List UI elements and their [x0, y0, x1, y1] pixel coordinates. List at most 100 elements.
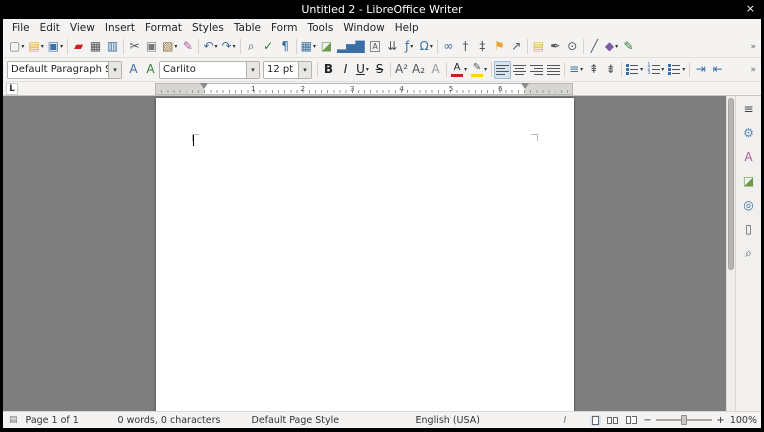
insert-table-dropdown-arrow-icon[interactable]: ▾ — [313, 43, 316, 50]
menu-table[interactable]: Table — [229, 21, 266, 35]
menu-tools[interactable]: Tools — [302, 21, 338, 35]
font-name-select-dropdown-arrow-icon[interactable]: ▾ — [246, 62, 259, 78]
sidebar-properties-icon[interactable]: ⚙ — [739, 123, 759, 142]
zoom-slider-thumb[interactable] — [681, 415, 687, 425]
cut-icon[interactable]: ✂ — [126, 38, 143, 56]
insert-page-break-icon[interactable]: ⇊ — [384, 38, 401, 56]
superscript-icon[interactable]: A² — [393, 61, 410, 79]
document-page[interactable] — [156, 98, 574, 411]
zoom-slider[interactable] — [656, 419, 712, 421]
spelling-icon[interactable]: ✓ — [260, 38, 277, 56]
strikethrough-icon[interactable]: S — [371, 61, 388, 79]
menu-help[interactable]: Help — [390, 21, 424, 35]
formatting-marks-icon[interactable]: ¶ — [277, 38, 294, 56]
undo-dropdown-arrow-icon[interactable]: ▾ — [215, 43, 218, 50]
track-changes-icon[interactable]: ✒ — [547, 38, 564, 56]
selection-mode-icon[interactable]: I — [558, 415, 584, 426]
subscript-icon[interactable]: A₂ — [410, 61, 427, 79]
set-line-spacing-dropdown-arrow-icon[interactable]: ▾ — [580, 66, 583, 73]
outline-format-button[interactable]: ▾ — [666, 61, 687, 79]
statusbar-language[interactable]: English (USA) — [410, 415, 558, 426]
set-line-spacing-icon[interactable]: ≡▾ — [567, 61, 585, 79]
basic-shapes-dropdown-arrow-icon[interactable]: ▾ — [615, 43, 618, 50]
close-icon[interactable]: × — [746, 3, 755, 15]
paste-icon[interactable]: ▧▾ — [160, 38, 179, 56]
font-color-dropdown-arrow-icon[interactable]: ▾ — [464, 66, 467, 73]
underline-dropdown-arrow-icon[interactable]: ▾ — [366, 66, 369, 73]
tab-stop-selector[interactable]: L — [6, 83, 18, 95]
view-book-mode-button[interactable] — [624, 415, 639, 425]
export-pdf-icon[interactable]: ▰ — [70, 38, 87, 56]
statusbar-page-count[interactable]: Page 1 of 1 — [20, 415, 112, 426]
find-and-replace-icon[interactable]: ⌕ — [243, 38, 260, 56]
redo-dropdown-arrow-icon[interactable]: ▾ — [233, 43, 236, 50]
align-right-button[interactable] — [528, 61, 545, 79]
new-document-dropdown-arrow-icon[interactable]: ▾ — [21, 43, 24, 50]
view-multiple-pages-button[interactable] — [605, 416, 620, 425]
new-style-from-selection-icon[interactable]: A — [142, 61, 159, 79]
open-file-dropdown-arrow-icon[interactable]: ▾ — [41, 43, 44, 50]
insert-table-icon[interactable]: ▦▾ — [299, 38, 318, 56]
basic-shapes-icon[interactable]: ◆▾ — [603, 38, 620, 56]
new-document-icon[interactable]: ▢▾ — [7, 38, 26, 56]
insert-line-icon[interactable]: ╱ — [586, 38, 603, 56]
italic-icon[interactable]: I — [337, 61, 354, 79]
ordered-list-button[interactable]: 123▾ — [645, 61, 666, 79]
zoom-out-button[interactable]: − — [643, 415, 652, 426]
zoom-in-button[interactable]: + — [716, 415, 725, 426]
vertical-scrollbar[interactable] — [726, 96, 735, 411]
print-preview-icon[interactable]: ▥ — [104, 38, 121, 56]
menu-form[interactable]: Form — [266, 21, 302, 35]
left-indent-marker[interactable] — [200, 83, 208, 89]
statusbar-page-style[interactable]: Default Page Style — [246, 415, 410, 426]
menu-view[interactable]: View — [65, 21, 100, 35]
insert-bookmark-icon[interactable]: ⚑ — [491, 38, 508, 56]
menu-styles[interactable]: Styles — [187, 21, 229, 35]
show-track-changes-icon[interactable]: ⊙ — [564, 38, 581, 56]
insert-field-dropdown-arrow-icon[interactable]: ▾ — [410, 43, 413, 50]
toolbar-overflow-icon[interactable]: » — [748, 41, 758, 53]
insert-text-box-icon[interactable]: A — [367, 38, 384, 56]
font-name-select[interactable]: Carlito▾ — [159, 61, 260, 79]
open-file-icon[interactable]: ▤▾ — [26, 38, 45, 56]
insert-footnote-icon[interactable]: † — [457, 38, 474, 56]
print-icon[interactable]: ▦ — [87, 38, 104, 56]
save-dropdown-arrow-icon[interactable]: ▾ — [60, 43, 63, 50]
increase-paragraph-spacing-icon[interactable]: ⇞ — [585, 61, 602, 79]
insert-cross-reference-icon[interactable]: ↗ — [508, 38, 525, 56]
insert-endnote-icon[interactable]: ‡ — [474, 38, 491, 56]
font-color-icon[interactable]: A▾ — [449, 61, 469, 79]
menu-file[interactable]: File — [7, 21, 35, 35]
show-draw-functions-icon[interactable]: ✎ — [620, 38, 637, 56]
sidebar-styles-icon[interactable]: A — [739, 147, 759, 166]
sidebar-page-icon[interactable]: ▯ — [739, 219, 759, 238]
align-left-button[interactable] — [494, 61, 511, 79]
insert-field-icon[interactable]: ƒ▾ — [401, 38, 418, 56]
scrollbar-thumb[interactable] — [728, 98, 734, 270]
menu-edit[interactable]: Edit — [35, 21, 65, 35]
insert-chart-icon[interactable]: ▂▅▇ — [335, 38, 367, 56]
sidebar-style-inspector-icon[interactable]: ⌕ — [739, 243, 759, 262]
underline-icon[interactable]: U▾ — [354, 61, 371, 79]
sidebar-navigator-icon[interactable]: ◎ — [739, 195, 759, 214]
zoom-level[interactable]: 100% — [729, 415, 757, 426]
highlighting-color-icon[interactable]: ✎▾ — [469, 61, 489, 79]
update-selected-style-icon[interactable]: A — [125, 61, 142, 79]
right-indent-marker[interactable] — [521, 83, 529, 89]
paragraph-style-select-dropdown-arrow-icon[interactable]: ▾ — [108, 62, 121, 78]
unordered-list-button[interactable]: ▾ — [624, 61, 645, 79]
font-size-select[interactable]: 12 pt▾ — [263, 61, 312, 79]
decrease-paragraph-spacing-icon[interactable]: ⇟ — [602, 61, 619, 79]
increase-indent-icon[interactable]: ⇥ — [692, 61, 709, 79]
insert-special-character-icon[interactable]: Ω▾ — [418, 38, 435, 56]
unordered-list-dropdown-arrow-icon[interactable]: ▾ — [640, 66, 643, 73]
paste-dropdown-arrow-icon[interactable]: ▾ — [174, 43, 177, 50]
ordered-list-dropdown-arrow-icon[interactable]: ▾ — [661, 66, 664, 73]
document-modified-icon[interactable]: ▤ — [7, 415, 20, 425]
insert-hyperlink-icon[interactable]: ∞ — [440, 38, 457, 56]
view-single-page-button[interactable] — [590, 415, 601, 426]
insert-special-character-dropdown-arrow-icon[interactable]: ▾ — [430, 43, 433, 50]
menu-format[interactable]: Format — [140, 21, 187, 35]
decrease-indent-icon[interactable]: ⇤ — [709, 61, 726, 79]
save-icon[interactable]: ▣▾ — [46, 38, 65, 56]
